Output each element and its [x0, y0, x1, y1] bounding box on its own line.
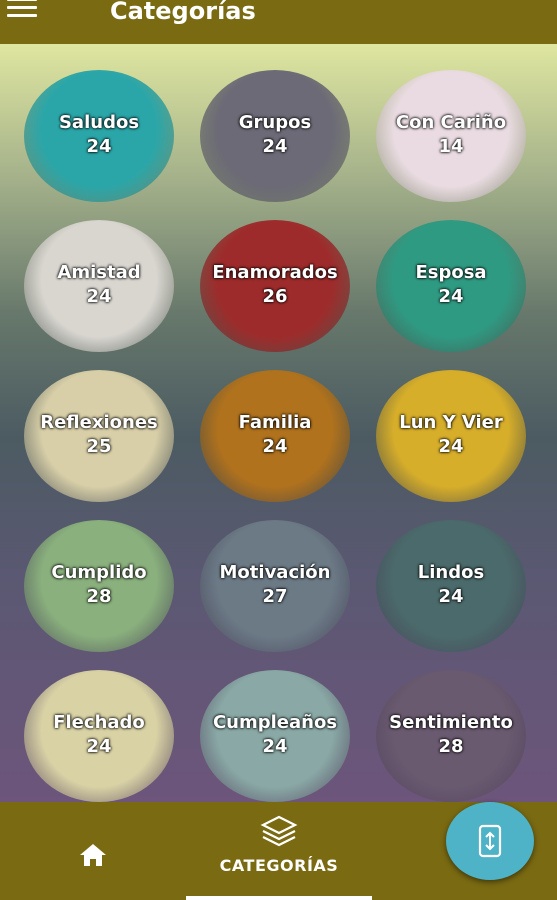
home-button[interactable] — [70, 832, 116, 878]
category-name: Amistad — [57, 262, 141, 283]
category-count: 24 — [438, 436, 464, 457]
layers-icon — [260, 815, 298, 847]
category-count: 24 — [438, 286, 464, 307]
category-name: Enamorados — [212, 262, 338, 283]
categories-grid-area: Saludos 24 Grupos 24 Con Cariño 14 Amistad 24 En… — [0, 44, 557, 802]
categories-grid: Saludos 24 Grupos 24 Con Cariño 14 Amistad 24 En… — [0, 44, 557, 802]
tab-categories-label: CATEGORÍAS — [219, 856, 339, 875]
category-item[interactable]: Saludos 24 — [24, 70, 174, 202]
category-item[interactable]: Con Cariño 14 — [376, 70, 526, 202]
category-count: 24 — [262, 736, 288, 757]
category-name: Con Cariño — [395, 112, 507, 133]
active-tab-indicator — [186, 896, 372, 900]
category-item[interactable]: Esposa 24 — [376, 220, 526, 352]
top-app-bar: Categorías — [0, 0, 557, 44]
category-count: 28 — [438, 736, 464, 757]
category-name: Grupos — [238, 112, 312, 133]
category-count: 28 — [86, 586, 112, 607]
category-item[interactable]: Motivación 27 — [200, 520, 350, 652]
category-item[interactable]: Amistad 24 — [24, 220, 174, 352]
category-count: 25 — [86, 436, 112, 457]
category-count: 24 — [86, 136, 112, 157]
category-item[interactable]: Cumpleaños 24 — [200, 670, 350, 802]
category-name: Familia — [238, 412, 312, 433]
category-name: Cumpleaños — [212, 712, 338, 733]
category-count: 14 — [438, 136, 464, 157]
category-count: 24 — [262, 136, 288, 157]
category-name: Saludos — [58, 112, 140, 133]
category-count: 24 — [86, 736, 112, 757]
category-name: Motivación — [219, 562, 331, 583]
category-count: 24 — [262, 436, 288, 457]
home-icon — [80, 844, 106, 866]
category-item[interactable]: Sentimiento 28 — [376, 670, 526, 802]
tab-categories[interactable]: CATEGORÍAS — [186, 814, 372, 900]
category-count: 24 — [86, 286, 112, 307]
page-title: Categorías — [110, 0, 256, 25]
bottom-navigation: CATEGORÍAS — [0, 802, 557, 900]
menu-button[interactable] — [0, 0, 44, 44]
category-name: Esposa — [415, 262, 487, 283]
category-item[interactable]: Grupos 24 — [200, 70, 350, 202]
category-name: Flechado — [53, 712, 145, 733]
category-item[interactable]: Lindos 24 — [376, 520, 526, 652]
category-name: Lun Y Vier — [399, 412, 503, 433]
category-count: 27 — [262, 586, 288, 607]
category-count: 26 — [262, 286, 288, 307]
category-item[interactable]: Lun Y Vier 24 — [376, 370, 526, 502]
category-name: Sentimiento — [389, 712, 513, 733]
menu-icon — [7, 0, 37, 18]
floating-action-button[interactable] — [446, 802, 534, 880]
category-item[interactable]: Flechado 24 — [24, 670, 174, 802]
category-name: Cumplido — [51, 562, 147, 583]
category-name: Reflexiones — [40, 412, 158, 433]
category-name: Lindos — [417, 562, 485, 583]
phone-swap-icon — [478, 824, 502, 858]
category-item[interactable]: Reflexiones 25 — [24, 370, 174, 502]
category-item[interactable]: Cumplido 28 — [24, 520, 174, 652]
category-count: 24 — [438, 586, 464, 607]
category-item[interactable]: Familia 24 — [200, 370, 350, 502]
category-item[interactable]: Enamorados 26 — [200, 220, 350, 352]
